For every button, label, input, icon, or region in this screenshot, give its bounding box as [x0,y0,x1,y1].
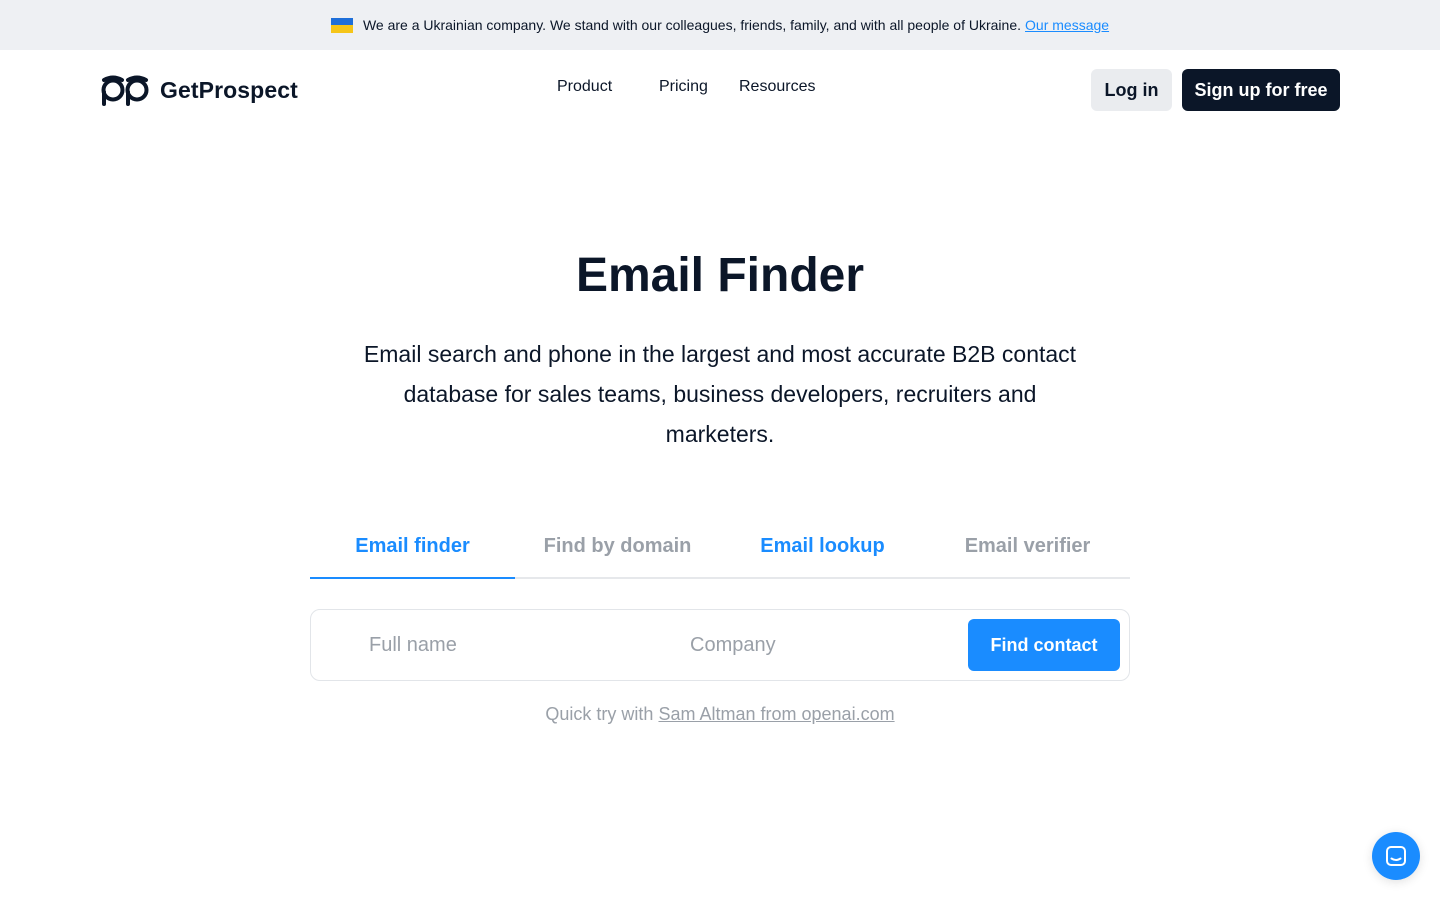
tab-find-by-domain[interactable]: Find by domain [515,518,720,577]
page-subtitle: Email search and phone in the largest an… [363,341,1077,447]
search-form: Find contact [310,609,1130,681]
tab-email-lookup[interactable]: Email lookup [720,518,925,577]
tool-tabs: Email finder Find by domain Email lookup… [310,518,1130,579]
nav-resources[interactable]: Resources [739,78,815,96]
ukraine-banner: We are a Ukrainian company. We stand wit… [0,0,1440,50]
nav-product[interactable]: Product [557,78,612,96]
find-contact-button[interactable]: Find contact [968,619,1120,671]
quick-try-link[interactable]: Sam Altman from openai.com [658,704,894,724]
signup-button[interactable]: Sign up for free [1182,69,1340,111]
quick-try-prefix: Quick try with [545,704,654,724]
page-title: Email Finder [575,249,865,302]
site-header: GetProspect Product Pricing Resources Lo… [0,50,1440,130]
tab-email-finder[interactable]: Email finder [310,518,515,579]
full-name-input[interactable] [369,628,629,662]
quick-try: Quick try with Sam Altman from openai.co… [0,704,1440,725]
chat-launcher-button[interactable] [1372,832,1420,880]
chat-bubble-icon [1386,846,1406,866]
logo[interactable]: GetProspect [100,72,298,108]
tab-email-verifier[interactable]: Email verifier [925,518,1130,577]
login-button[interactable]: Log in [1091,69,1172,111]
banner-text: We are a Ukrainian company. We stand wit… [362,17,1022,33]
nav-pricing[interactable]: Pricing [659,78,708,96]
owl-eyes-logo-icon [101,75,149,106]
company-input[interactable] [690,628,950,662]
our-message-link[interactable]: Our message [1025,17,1109,33]
brand-name: GetProspect [160,76,298,103]
ukraine-flag-icon [330,17,353,33]
